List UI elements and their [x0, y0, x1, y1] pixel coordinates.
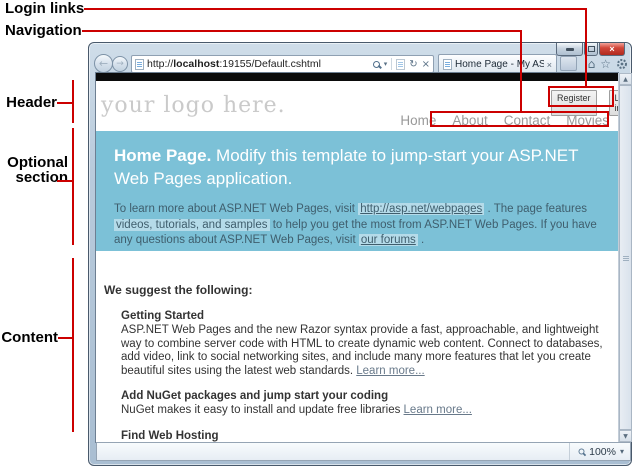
scroll-down-icon[interactable]: ▼: [619, 430, 632, 442]
search-dropdown-icon[interactable]: ▾: [384, 60, 388, 68]
content-section: We suggest the following: Getting Starte…: [96, 251, 618, 442]
content-item-getting-started: Getting Started ASP.NET Web Pages and th…: [121, 310, 616, 378]
forward-button[interactable]: →: [112, 56, 128, 72]
annotation-optional-line2: section: [0, 170, 68, 185]
annotation-login-links-label: Login links: [5, 1, 84, 16]
featured-section: Home Page. Modify this template to jump-…: [96, 131, 618, 251]
compatibility-view-icon[interactable]: [396, 59, 405, 70]
annotation-header-bracket: [72, 80, 74, 123]
address-bar[interactable]: http://localhost:19155/Default.cshtml ▾ …: [131, 55, 434, 73]
page-icon: [135, 59, 144, 70]
tab-title: Home Page - My ASP.NET ...: [455, 59, 544, 70]
refresh-icon[interactable]: ↻: [409, 59, 417, 70]
webpages-link[interactable]: http://asp.net/webpages: [358, 203, 484, 215]
search-icon[interactable]: [373, 61, 380, 68]
annotation-optional-line1: Optional: [0, 155, 68, 170]
zoom-dropdown-icon[interactable]: ▾: [620, 447, 624, 456]
item-body: ASP.NET Web Pages and the new Razor synt…: [121, 324, 616, 378]
site-logo-text: your logo here.: [101, 93, 286, 118]
learn-more-link[interactable]: Learn more...: [356, 365, 424, 377]
annotation-optional-bracket: [72, 128, 74, 245]
hero-title: Home Page. Modify this template to jump-…: [114, 144, 594, 190]
stop-icon[interactable]: ×: [422, 59, 430, 70]
forward-icon: →: [116, 59, 124, 69]
zoom-control[interactable]: 100% ▾: [569, 443, 624, 460]
item-heading: Find Web Hosting: [121, 430, 616, 443]
browser-tab[interactable]: Home Page - My ASP.NET ... ×: [438, 54, 557, 74]
page-viewport: your logo here. Register Log in Home Abo…: [96, 73, 618, 442]
forums-link[interactable]: our forums: [359, 234, 418, 246]
browser-toolbar: ⌂ ☆: [588, 57, 628, 71]
suggest-heading: We suggest the following:: [104, 283, 610, 297]
scroll-up-icon[interactable]: ▲: [619, 73, 632, 85]
scrollbar-grip: [623, 256, 629, 257]
zoom-magnifier-icon: [579, 449, 585, 455]
home-icon[interactable]: ⌂: [588, 57, 596, 71]
annotation-login-links-vline: [585, 8, 587, 86]
hero-title-bold: Home Page.: [114, 146, 211, 165]
figure-canvas: × ← → http://localhost:19155/Default.csh…: [0, 0, 634, 470]
tab-close-icon[interactable]: ×: [547, 60, 552, 70]
item-heading: Getting Started: [121, 310, 616, 323]
annotation-content-label: Content: [0, 330, 58, 345]
learn-more-link[interactable]: Learn more...: [404, 404, 472, 416]
annotation-content-connector: [58, 337, 73, 339]
hero-paragraph: To learn more about ASP.NET Web Pages, v…: [114, 202, 611, 249]
annotation-header-label: Header: [0, 95, 57, 110]
new-tab-button[interactable]: [560, 56, 577, 71]
url-text[interactable]: http://localhost:19155/Default.cshtml: [147, 58, 373, 70]
zoom-level: 100%: [589, 446, 616, 458]
maximize-icon: [588, 46, 595, 52]
annotation-navigation-hline: [82, 30, 522, 32]
annotation-navigation-label: Navigation: [5, 23, 82, 38]
item-heading: Add NuGet packages and jump start your c…: [121, 390, 616, 403]
annotation-login-links-box: [548, 86, 614, 107]
item-body: NuGet makes it easy to install and updat…: [121, 404, 616, 418]
tools-gear-icon[interactable]: [616, 58, 628, 70]
content-item-nuget: Add NuGet packages and jump start your c…: [121, 390, 616, 418]
annotation-header-connector: [57, 102, 73, 104]
annotation-navigation-vline: [520, 30, 522, 111]
highlight-text: videos, tutorials, and samples: [114, 219, 270, 231]
status-bar: 100% ▾: [96, 442, 631, 461]
divider: [391, 58, 392, 70]
close-icon: ×: [609, 44, 614, 54]
top-black-bar: [96, 73, 618, 81]
window-controls: ×: [555, 43, 625, 56]
annotation-login-links-hline: [84, 8, 587, 10]
vertical-scrollbar[interactable]: ▲ ▼: [618, 73, 631, 442]
content-item-hosting: Find Web Hosting You can easily find a w…: [121, 430, 616, 443]
favorites-star-icon[interactable]: ☆: [600, 57, 611, 71]
tab-page-icon: [443, 59, 452, 70]
annotation-content-bracket: [72, 258, 74, 432]
close-button[interactable]: ×: [599, 43, 625, 56]
back-icon: ←: [99, 57, 108, 70]
annotation-optional-connector: [57, 180, 73, 182]
scrollbar-thumb[interactable]: [619, 85, 632, 430]
annotation-navigation-box: [430, 111, 609, 127]
minimize-button[interactable]: [556, 43, 583, 56]
minimize-icon: [566, 48, 574, 51]
back-button[interactable]: ←: [94, 54, 113, 73]
